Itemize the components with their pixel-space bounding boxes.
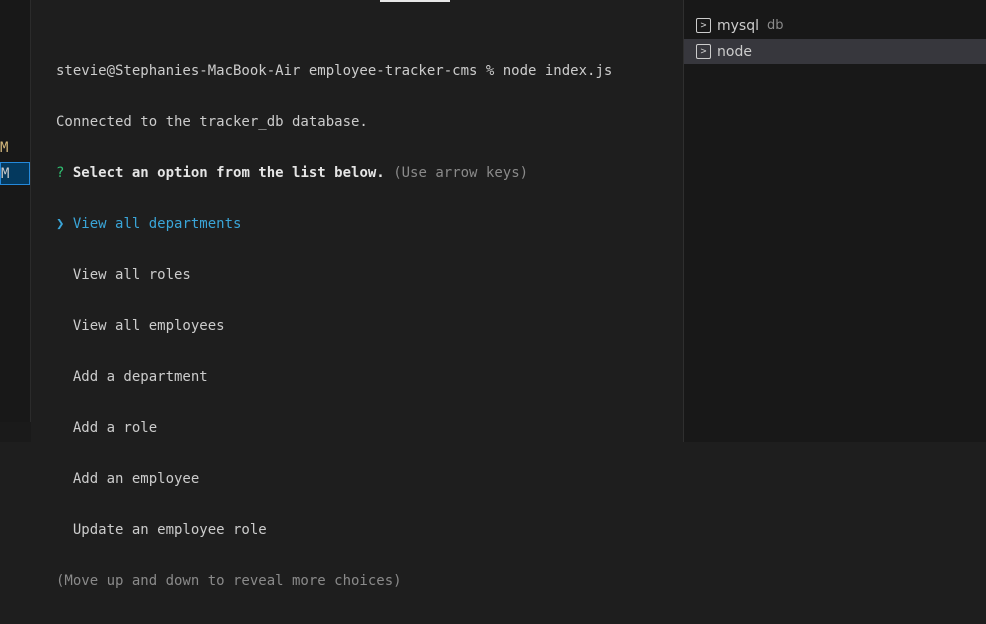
option-add-employee[interactable]: Add an employee: [56, 471, 612, 488]
left-list-item-selected[interactable]: M: [0, 162, 30, 185]
option-label: View all roles: [72, 267, 191, 283]
option-add-department[interactable]: Add a department: [56, 369, 612, 386]
option-label: Add a role: [72, 420, 158, 436]
left-sidebar: M M: [0, 0, 31, 442]
option-add-role[interactable]: Add a role: [56, 420, 612, 437]
option-view-all-roles[interactable]: View all roles: [56, 267, 612, 284]
option-view-all-departments[interactable]: ❯ View all departments: [56, 216, 612, 233]
option-update-employee-role[interactable]: Update an employee role: [56, 522, 612, 539]
terminal-item-name: mysql: [717, 17, 759, 34]
option-view-all-employees[interactable]: View all employees: [56, 318, 612, 335]
left-item-label: M: [1, 166, 10, 182]
terminal-item-node[interactable]: > node: [684, 39, 986, 64]
prompt-question: ? Select an option from the list below. …: [56, 165, 612, 182]
question-text: Select an option from the list below.: [72, 165, 385, 181]
terminal-list-panel: > mysql db > node: [683, 0, 986, 442]
terminal-icon: >: [696, 18, 711, 33]
terminal-item-desc: db: [767, 18, 784, 33]
option-label: View all departments: [72, 216, 242, 232]
terminal-panel[interactable]: stevie@Stephanies-MacBook-Air employee-t…: [31, 0, 683, 589]
terminal-output: stevie@Stephanies-MacBook-Air employee-t…: [56, 29, 612, 624]
option-label: Update an employee role: [72, 522, 267, 538]
left-strip-footer: [0, 422, 31, 442]
selection-caret-icon: ❯: [56, 216, 65, 232]
more-choices-hint: (Move up and down to reveal more choices…: [56, 573, 402, 589]
option-label: View all employees: [72, 318, 225, 334]
terminal-item-mysql[interactable]: > mysql db: [684, 13, 986, 38]
terminal-item-name: node: [717, 43, 752, 60]
question-hint: (Use arrow keys): [393, 165, 529, 181]
terminal-icon: >: [696, 44, 711, 59]
option-label: Add a department: [72, 369, 208, 385]
question-mark: ?: [56, 165, 65, 181]
left-item-label: M: [0, 140, 9, 156]
left-list-item[interactable]: M: [0, 137, 30, 160]
active-tab-indicator: [380, 0, 450, 2]
option-label: Add an employee: [72, 471, 200, 487]
connected-message: Connected to the tracker_db database.: [56, 114, 368, 130]
command-line: stevie@Stephanies-MacBook-Air employee-t…: [56, 63, 613, 79]
